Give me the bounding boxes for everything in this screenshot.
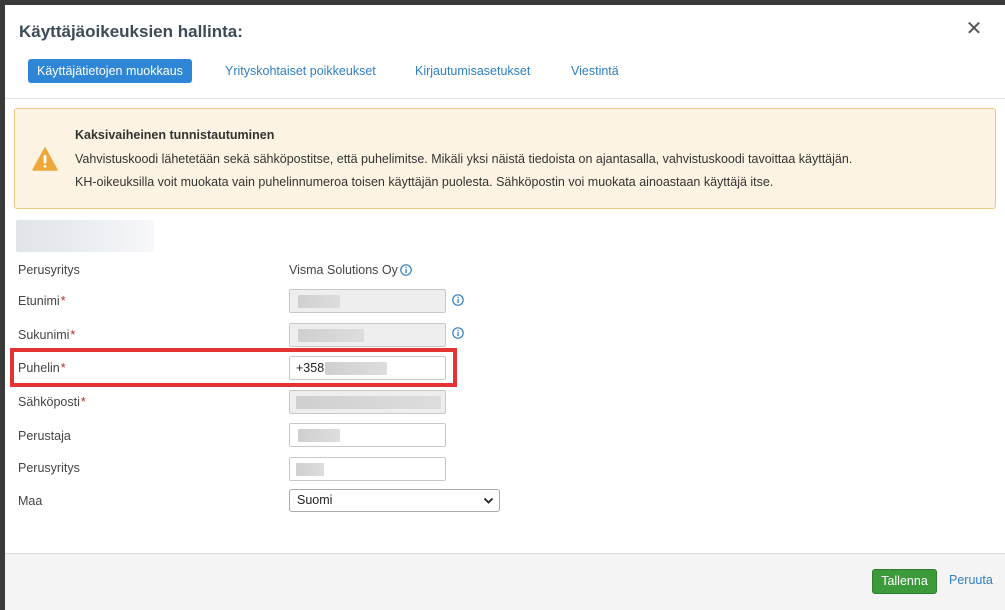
redacted-email	[296, 396, 441, 409]
redacted-first-name	[298, 295, 340, 308]
save-button[interactable]: Tallenna	[872, 569, 937, 594]
perustaja-field[interactable]	[289, 423, 446, 447]
two-factor-alert: Kaksivaiheinen tunnistautuminen Vahvistu…	[14, 108, 996, 209]
tab-communication[interactable]: Viestintä	[571, 59, 619, 83]
redacted-user-name	[16, 220, 154, 252]
sahkoposti-label: Sähköposti*	[18, 395, 86, 409]
perustaja-label: Perustaja	[18, 429, 71, 443]
required-marker: *	[70, 328, 76, 342]
sahkoposti-field	[289, 390, 446, 414]
tab-company-exceptions[interactable]: Yrityskohtaiset poikkeukset	[225, 59, 376, 83]
required-marker: *	[80, 395, 86, 409]
close-icon[interactable]: ✕	[963, 18, 985, 40]
sukunimi-label: Sukunimi*	[18, 328, 76, 342]
maa-selected-value: Suomi	[297, 493, 333, 507]
tab-user-details[interactable]: Käyttäjätietojen muokkaus	[28, 59, 192, 83]
perusyritys-field-label: Perusyritys	[18, 461, 80, 475]
info-icon[interactable]	[400, 264, 412, 276]
alert-text-line-2: KH-oikeuksilla voit muokata vain puhelin…	[75, 175, 774, 189]
etunimi-label: Etunimi*	[18, 294, 66, 308]
phone-highlight-box	[10, 348, 457, 387]
alert-title: Kaksivaiheinen tunnistautuminen	[75, 128, 275, 142]
redacted-last-name	[298, 329, 364, 342]
info-icon[interactable]	[452, 294, 464, 306]
chevron-down-icon	[483, 497, 494, 504]
alert-text-line-1: Vahvistuskoodi lähetetään sekä sähköpost…	[75, 152, 853, 166]
warning-icon	[32, 147, 58, 171]
etunimi-field	[289, 289, 446, 313]
dialog-footer: Tallenna Peruuta	[5, 554, 1005, 610]
cancel-link[interactable]: Peruuta	[949, 573, 993, 587]
redacted-company	[296, 463, 324, 476]
maa-label: Maa	[18, 494, 43, 508]
perusyritys-value: Visma Solutions Oy	[289, 263, 398, 277]
sukunimi-field	[289, 323, 446, 347]
redacted-founder	[298, 429, 340, 442]
dialog-title: Käyttäjäoikeuksien hallinta:	[19, 22, 243, 41]
maa-select[interactable]: Suomi	[289, 489, 500, 512]
user-rights-dialog: Käyttäjäoikeuksien hallinta: ✕ Käyttäjät…	[5, 5, 1005, 610]
perusyritys-label: Perusyritys	[18, 263, 80, 277]
perusyritys-field[interactable]	[289, 457, 446, 481]
header-divider	[5, 98, 1005, 99]
tab-login-settings[interactable]: Kirjautumisasetukset	[415, 59, 530, 83]
required-marker: *	[60, 294, 66, 308]
info-icon[interactable]	[452, 327, 464, 339]
